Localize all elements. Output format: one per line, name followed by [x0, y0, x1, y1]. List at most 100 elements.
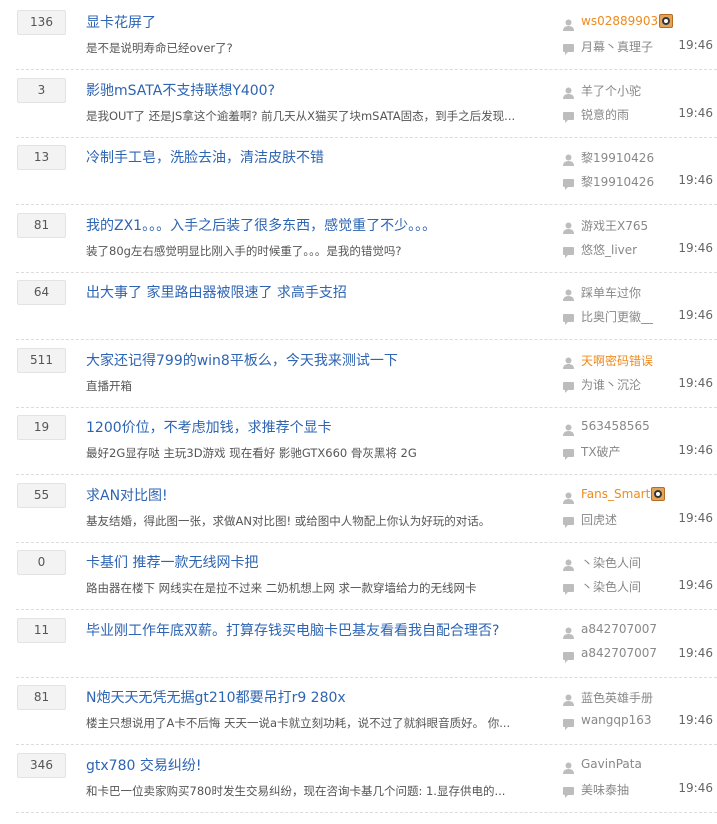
user-icon	[563, 556, 574, 571]
user-icon	[563, 219, 574, 234]
thread-row: 511 大家还记得799的win8平板么，今天我来测试一下 直播开箱 天啊密码错…	[0, 341, 717, 408]
user-icon	[563, 16, 574, 31]
last-reply-user[interactable]: 黎19910426	[581, 173, 654, 190]
thread-title-link[interactable]: 我的ZX1。。。入手之后装了很多东西，感觉重了不少。。。	[86, 215, 436, 235]
thread-title-link[interactable]: N炮天天无凭无据gt210都要吊打r9 280x	[86, 687, 346, 707]
user-icon	[563, 286, 574, 301]
last-reply-time: 19:46	[678, 510, 713, 525]
reply-icon	[563, 310, 574, 325]
thread-excerpt: 最好2G显存哒 主玩3D游戏 现在看好 影驰GTX660 骨灰黑将 2G	[86, 446, 417, 460]
author-name[interactable]: a842707007	[581, 622, 657, 636]
last-reply-time: 19:46	[678, 105, 713, 120]
reply-count-badge: 346	[17, 752, 66, 778]
author-name[interactable]: 黎19910426	[581, 149, 654, 166]
author-name[interactable]: Fans_Smart	[581, 487, 650, 501]
last-reply-row: wangqp163 19:46	[563, 713, 713, 730]
last-reply-row: 美味泰抽 19:46	[563, 780, 713, 798]
thread-excerpt: 基友结婚，得此图一张，求做AN对比图! 或给图中人物配上你认为好玩的对话。	[86, 513, 491, 528]
thread-title-link[interactable]: gtx780 交易纠纷!	[86, 755, 201, 775]
thread-title-link[interactable]: 求AN对比图!	[86, 485, 168, 505]
last-reply-user[interactable]: 丶染色人间	[581, 578, 641, 595]
thread-row: 11 毕业刚工作年底双薪。打算存钱买电脑卡巴基友看看我自配合理否? a84270…	[0, 611, 717, 678]
reply-count-badge: 136	[17, 10, 66, 35]
thread-row: 64 出大事了 家里路由器被限速了 求高手支招 踩单车过你 比奥门更徽__ 19…	[0, 273, 717, 340]
thread-title-link[interactable]: 毕业刚工作年底双薪。打算存钱买电脑卡巴基友看看我自配合理否?	[86, 620, 499, 640]
last-reply-time: 19:46	[678, 240, 713, 255]
thread-row: 13 冷制手工皂，洗脸去油，清洁皮肤不错 黎19910426 黎19910426…	[0, 138, 717, 205]
reply-icon	[563, 648, 574, 663]
thread-title-link[interactable]: 1200价位，不考虑加钱，求推荐个显卡	[86, 417, 332, 437]
user-icon	[563, 759, 574, 774]
last-reply-row: 锐意的雨 19:46	[563, 105, 713, 123]
author-name[interactable]: ws02889903	[581, 14, 658, 28]
last-reply-user[interactable]: 月幕丶真理子	[581, 38, 653, 55]
reply-icon	[563, 108, 574, 123]
last-reply-user[interactable]: a842707007	[581, 646, 657, 660]
thread-title-link[interactable]: 卡基们 推荐一款无线网卡把	[86, 552, 258, 572]
reply-icon	[563, 445, 574, 460]
last-reply-user[interactable]: wangqp163	[581, 713, 652, 727]
thread-excerpt: 是不是说明寿命已经over了?	[86, 41, 233, 55]
author-name[interactable]: 563458565	[581, 419, 650, 433]
author-name[interactable]: GavinPata	[581, 757, 642, 771]
last-reply-row: 为谁丶沉沦 19:46	[563, 375, 713, 393]
reply-count-badge: 13	[17, 145, 66, 170]
reply-count-badge: 3	[17, 77, 66, 103]
user-icon	[563, 151, 574, 166]
last-reply-time: 19:46	[678, 713, 713, 727]
medal-icon	[659, 14, 673, 28]
last-reply-time: 19:46	[678, 38, 713, 52]
reply-icon	[563, 175, 574, 190]
thread-title-link[interactable]: 出大事了 家里路由器被限速了 求高手支招	[86, 282, 347, 302]
reply-count-badge: 11	[17, 617, 66, 643]
author-name[interactable]: 丶染色人间	[581, 554, 641, 571]
thread-row: 55 求AN对比图! 基友结婚，得此图一张，求做AN对比图! 或给图中人物配上你…	[0, 476, 717, 543]
last-reply-user[interactable]: 美味泰抽	[581, 781, 629, 798]
last-reply-time: 19:46	[678, 375, 713, 390]
last-reply-user[interactable]: 锐意的雨	[581, 106, 629, 123]
last-reply-user[interactable]: 悠悠_liver	[581, 241, 637, 258]
last-reply-row: TX破产 19:46	[563, 443, 713, 460]
last-reply-user[interactable]: 比奥门更徽__	[581, 308, 653, 325]
last-reply-row: 悠悠_liver 19:46	[563, 240, 713, 258]
thread-row: 19 1200价位，不考虑加钱，求推荐个显卡 最好2G显存哒 主玩3D游戏 现在…	[0, 408, 717, 475]
thread-title-link[interactable]: 影驰mSATA不支持联想Y400?	[86, 80, 275, 100]
thread-excerpt: 装了80g左右感觉明显比刚入手的时候重了。。。是我的错觉吗?	[86, 243, 402, 258]
thread-excerpt: 直播开箱	[86, 378, 132, 393]
reply-icon	[563, 513, 574, 528]
author-name[interactable]: 蓝色英雄手册	[581, 689, 653, 706]
reply-count-badge: 511	[17, 347, 66, 373]
thread-row: 0 卡基们 推荐一款无线网卡把 路由器在楼下 网线实在是拉不过来 二奶机想上网 …	[0, 543, 717, 610]
last-reply-user[interactable]: 回虎述	[581, 511, 617, 528]
last-reply-time: 19:46	[678, 780, 713, 795]
reply-icon	[563, 40, 574, 55]
author-name[interactable]: 游戏王X765	[581, 217, 648, 234]
last-reply-user[interactable]: 为谁丶沉沦	[581, 376, 641, 393]
medal-icon	[651, 486, 665, 501]
user-icon	[563, 84, 574, 99]
row-divider	[16, 811, 717, 813]
last-reply-row: a842707007 19:46	[563, 645, 713, 663]
author-name[interactable]: 天啊密码错误	[581, 352, 653, 369]
thread-excerpt: 是我OUT了 还是JS拿这个逾羞啊? 前几天从X猫买了块mSATA固态，到手之后…	[86, 108, 516, 123]
thread-row: 3 影驰mSATA不支持联想Y400? 是我OUT了 还是JS拿这个逾羞啊? 前…	[0, 71, 717, 138]
thread-title-link[interactable]: 大家还记得799的win8平板么，今天我来测试一下	[86, 350, 398, 370]
last-reply-time: 19:46	[678, 173, 713, 187]
last-reply-row: 月幕丶真理子 19:46	[563, 38, 713, 55]
thread-row: 81 N炮天天无凭无据gt210都要吊打r9 280x 楼主只想说用了A卡不后悔…	[0, 678, 717, 745]
last-reply-user[interactable]: TX破产	[581, 443, 621, 460]
author-name[interactable]: 踩单车过你	[581, 284, 641, 301]
last-reply-time: 19:46	[678, 645, 713, 660]
thread-row: 346 gtx780 交易纠纷! 和卡巴一位卖家购买780时发生交易纠纷，现在咨…	[0, 746, 717, 813]
last-reply-row: 黎19910426 19:46	[563, 173, 713, 190]
thread-title-link[interactable]: 显卡花屏了	[86, 12, 156, 32]
reply-count-badge: 19	[17, 415, 66, 440]
reply-icon	[563, 378, 574, 393]
author-name[interactable]: 羊了个小驼	[581, 82, 641, 99]
thread-excerpt: 楼主只想说用了A卡不后悔 天天一说a卡就立刻功耗，说不过了就斜眼音质好。 你..…	[86, 716, 511, 730]
reply-icon	[563, 715, 574, 730]
last-reply-time: 19:46	[678, 308, 713, 322]
reply-count-badge: 81	[17, 685, 66, 710]
thread-row: 136 显卡花屏了 是不是说明寿命已经over了? ws02889903 月幕丶…	[0, 3, 717, 70]
thread-title-link[interactable]: 冷制手工皂，洗脸去油，清洁皮肤不错	[86, 147, 324, 167]
